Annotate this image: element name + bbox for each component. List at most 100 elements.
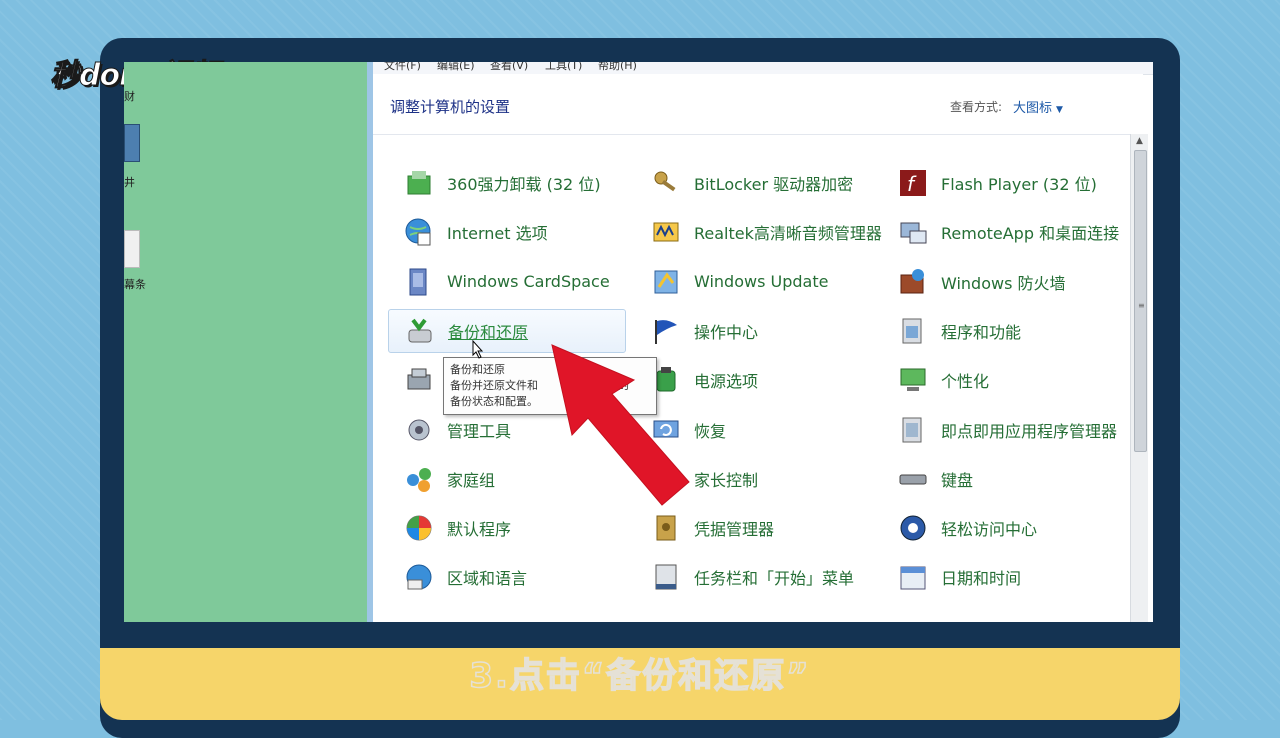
caption-text: 3.点击“备份和还原” — [469, 655, 811, 697]
control-panel-item[interactable]: 任务栏和「开始」菜单 — [635, 555, 873, 599]
control-panel-item[interactable]: Windows Update — [635, 260, 873, 304]
scrollbar[interactable]: ▲ ≡ — [1130, 134, 1148, 622]
personalize-icon — [898, 365, 928, 395]
control-panel-item-label: Windows CardSpace — [447, 272, 610, 292]
menu-file[interactable]: 文件(F) — [384, 62, 421, 73]
calendar-icon — [898, 562, 928, 592]
control-panel-item-label: 键盘 — [941, 470, 974, 490]
control-panel-item[interactable]: 个性化 — [882, 358, 1120, 402]
control-panel-item-label: Realtek高清晰音频管理器 — [694, 224, 882, 244]
recovery-icon — [651, 415, 681, 445]
control-panel-item[interactable]: 备份和还原 — [388, 308, 626, 353]
control-panel-item[interactable]: BitLocker 驱动器加密 — [635, 161, 873, 205]
control-panel-item-label: 区域和语言 — [447, 569, 528, 589]
control-panel-item[interactable]: Windows 防火墙 — [882, 260, 1120, 304]
folder-icon[interactable] — [124, 230, 140, 268]
page-title: 调整计算机的设置 — [390, 98, 511, 116]
control-panel-item-label: 家长控制 — [694, 470, 759, 490]
control-panel-item[interactable]: 电源选项 — [635, 358, 873, 402]
control-panel-item-label: BitLocker 驱动器加密 — [694, 175, 854, 194]
control-panel-item-label: 备份和还原 — [448, 322, 529, 342]
phone-icon — [404, 365, 434, 395]
control-panel-item-label: 360强力卸载 (32 位) — [447, 175, 601, 194]
control-panel-item[interactable]: 凭据管理器 — [635, 506, 873, 550]
control-panel-item-label: Flash Player (32 位) — [941, 175, 1097, 194]
backup-icon — [405, 316, 435, 346]
control-panel-item-label: 日期和时间 — [941, 569, 1022, 589]
control-panel-item[interactable]: 默认程序 — [388, 506, 626, 550]
header: 调整计算机的设置 查看方式: 大图标 ▼ — [373, 74, 1143, 135]
control-panel-item[interactable]: Realtek高清晰音频管理器 — [635, 210, 882, 254]
chevron-down-icon: ▼ — [1056, 105, 1063, 115]
menu-tools[interactable]: 工具(T) — [545, 62, 582, 73]
tooltip-line2: 备份状态和配置。 — [450, 395, 538, 408]
tooltip-title: 备份和还原 — [450, 363, 505, 376]
menu-view[interactable]: 查看(V) — [490, 62, 528, 73]
control-panel-item[interactable]: 家庭组 — [388, 457, 626, 501]
control-panel-window: 文件(F) 编辑(E) 查看(V) 工具(T) 帮助(H) 调整计算机的设置 查… — [373, 62, 1153, 622]
control-panel-item[interactable]: 区域和语言 — [388, 555, 626, 599]
control-panel-item-label: 任务栏和「开始」菜单 — [694, 569, 855, 589]
control-panel-item[interactable]: Windows CardSpace — [388, 260, 626, 304]
control-panel-item-label: 个性化 — [941, 372, 990, 392]
desktop-label: 财 — [124, 90, 135, 103]
firewall-icon — [898, 267, 928, 297]
control-panel-item-label: 凭据管理器 — [694, 520, 775, 540]
control-panel-item[interactable]: RemoteApp 和桌面连接 — [882, 210, 1120, 254]
keyboard-icon — [898, 464, 928, 494]
control-panel-item[interactable]: 家长控制 — [635, 457, 873, 501]
control-panel-item[interactable]: 即点即用应用程序管理器 — [882, 408, 1120, 452]
admin-tools-icon — [404, 415, 434, 445]
uninstall-icon — [404, 168, 434, 198]
control-panel-item-label: 恢复 — [694, 421, 727, 441]
desktop-label: 井 — [124, 176, 135, 189]
desktop-icon[interactable] — [124, 124, 140, 162]
control-panel-item[interactable]: 键盘 — [882, 457, 1120, 501]
scroll-up-arrow-icon[interactable]: ▲ — [1131, 136, 1148, 150]
control-panel-item-label: Windows 防火墙 — [941, 273, 1066, 293]
control-panel-item[interactable]: f Flash Player (32 位) — [882, 161, 1120, 205]
menu-edit[interactable]: 编辑(E) — [437, 62, 475, 73]
control-panel-item-label: 程序和功能 — [941, 322, 1022, 342]
control-panel-item-label: Internet 选项 — [447, 224, 548, 244]
control-panel-item-label: 管理工具 — [447, 421, 512, 441]
control-panel-item[interactable]: 程序和功能 — [882, 309, 1120, 353]
control-panel-item-label: 默认程序 — [447, 520, 512, 540]
default-programs-icon — [404, 513, 434, 543]
control-panel-item-label: 电源选项 — [694, 372, 759, 392]
control-panel-item[interactable]: Internet 选项 — [388, 210, 626, 254]
control-panel-item-label: RemoteApp 和桌面连接 — [941, 224, 1120, 244]
region-icon — [404, 562, 434, 592]
control-panel-item-label: 即点即用应用程序管理器 — [941, 421, 1118, 441]
access-icon — [898, 513, 928, 543]
flag-icon — [651, 316, 681, 346]
taskbar-icon — [651, 562, 681, 592]
tooltip-line1: 备份并还原文件和 查视最新的 — [450, 379, 629, 392]
control-panel-item[interactable]: 360强力卸载 (32 位) — [388, 161, 626, 205]
card-icon — [404, 267, 434, 297]
view-by-label: 查看方式: — [950, 100, 1003, 114]
tooltip: 备份和还原 备份并还原文件和 查视最新的 备份状态和配置。 — [443, 357, 657, 415]
control-panel-item-label: 操作中心 — [694, 322, 759, 342]
control-panel-item[interactable]: 操作中心 — [635, 309, 873, 353]
homegroup-icon — [404, 464, 434, 494]
credential-icon — [651, 513, 681, 543]
globe-icon — [404, 217, 434, 247]
screen: 财 井 幕条 文件(F) 编辑(E) 查看(V) 工具(T) 帮助(H) 调整计… — [124, 62, 1153, 622]
app-manager-icon — [898, 415, 928, 445]
view-by-dropdown[interactable]: 大图标 ▼ — [1013, 97, 1063, 116]
audio-icon — [651, 217, 681, 247]
desktop: 财 井 幕条 — [124, 62, 367, 622]
scroll-thumb[interactable]: ≡ — [1134, 150, 1147, 452]
grip-icon: ≡ — [1138, 301, 1145, 310]
key-icon — [651, 168, 681, 198]
control-panel-item[interactable]: 恢复 — [635, 408, 873, 452]
control-panel-item-label: 家庭组 — [447, 470, 496, 490]
control-panel-item-label: Windows Update — [694, 272, 829, 292]
parental-icon — [651, 464, 681, 494]
control-panel-item[interactable]: 日期和时间 — [882, 555, 1120, 599]
flash-icon: f — [898, 168, 928, 198]
control-panel-item[interactable]: 轻松访问中心 — [882, 506, 1120, 550]
menu-help[interactable]: 帮助(H) — [598, 62, 637, 73]
update-icon — [651, 267, 681, 297]
